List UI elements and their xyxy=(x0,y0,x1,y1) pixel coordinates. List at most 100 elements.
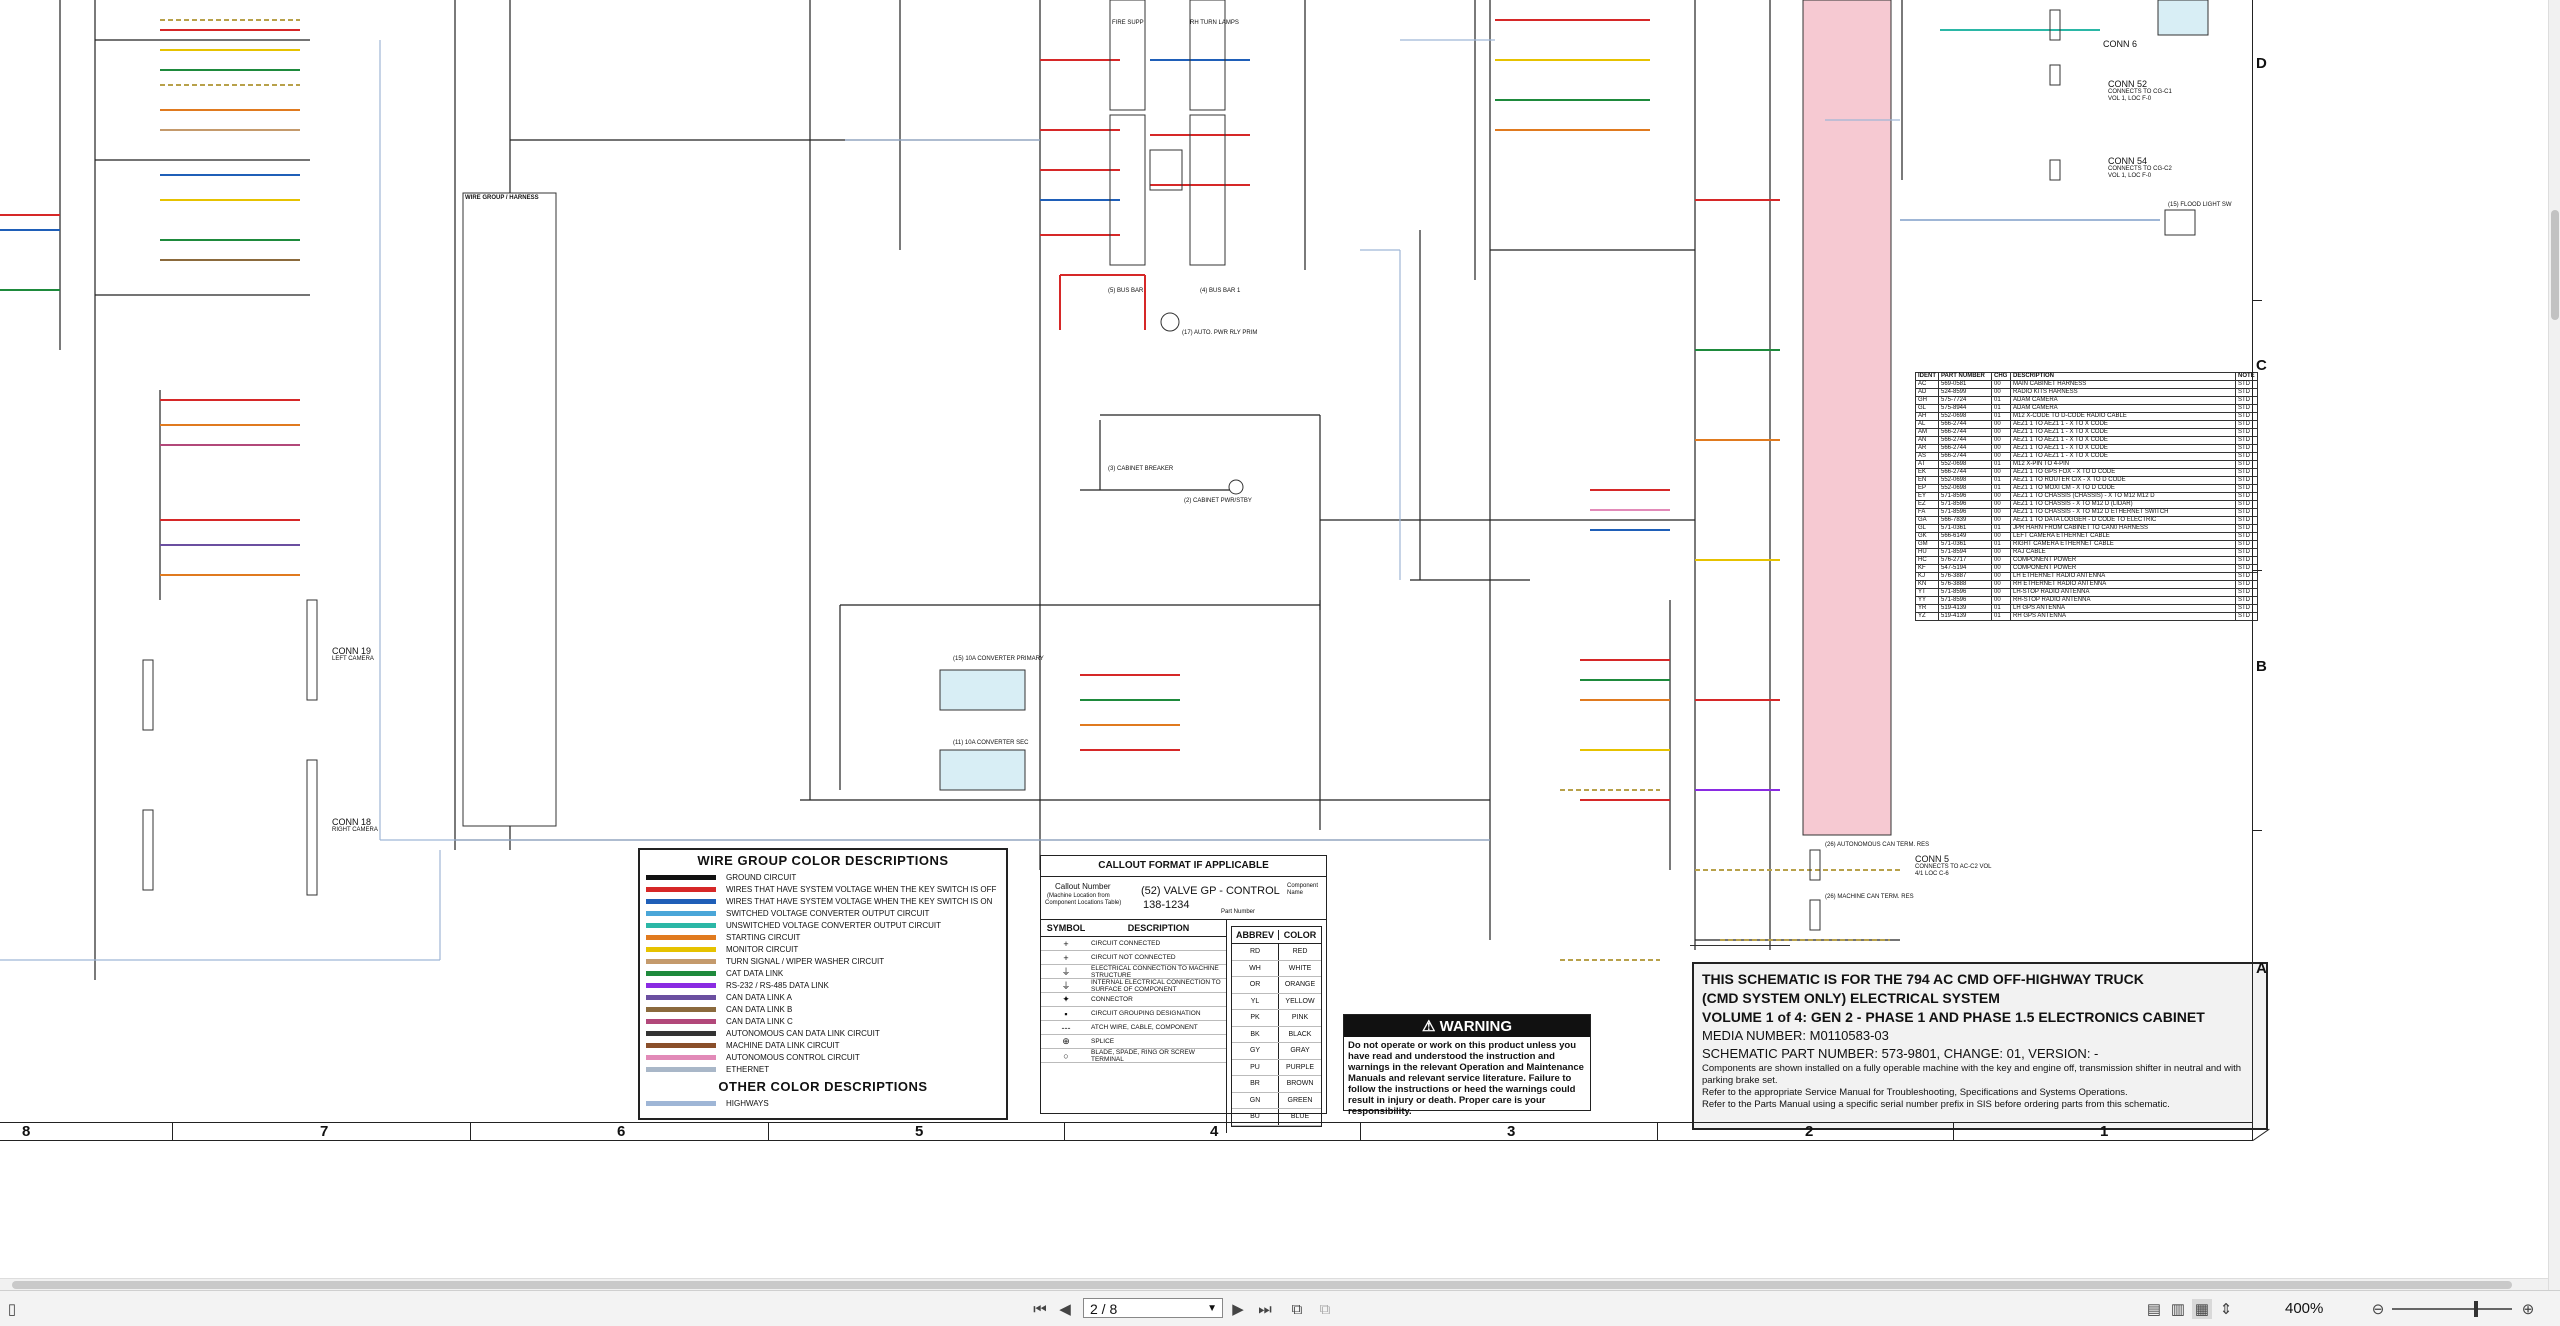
table-cell: COMPONENT POWER xyxy=(2010,564,2236,573)
zone-bottom-label: 2 xyxy=(1805,1123,1814,1140)
harness-header-cell: NOTE xyxy=(2235,372,2258,381)
title-line3: VOLUME 1 of 4: GEN 2 - PHASE 1 AND PHASE… xyxy=(1702,1009,2205,1025)
title-note1: Components are shown installed on a full… xyxy=(1702,1063,2241,1086)
table-cell: YT xyxy=(1915,588,1939,597)
table-cell: 00 xyxy=(1991,452,2011,461)
table-row: EP 552-0698 01 AEZ1 1 TO MOXI CM - X TO D C… xyxy=(1915,484,2258,493)
next-page-button[interactable]: ▶ xyxy=(1228,1299,1248,1319)
table-cell: KF xyxy=(1915,564,1939,573)
table-cell: 00 xyxy=(1991,516,2011,525)
two-page-view-icon[interactable]: ▦ xyxy=(2192,1299,2212,1319)
table-cell: KN xyxy=(1915,580,1939,589)
table-cell: 575-7724 xyxy=(1938,396,1992,405)
abbrev-row: OR ORANGE xyxy=(1232,977,1321,994)
symbol-row: --- ATCH WIRE, CABLE, COMPONENT xyxy=(1041,1021,1226,1035)
table-cell: STD xyxy=(2235,588,2258,597)
symbol-desc: CONNECTOR xyxy=(1091,996,1133,1003)
abbrev-color: RED xyxy=(1292,948,1308,956)
abbrev-code: PU xyxy=(1232,1059,1279,1075)
table-cell: STD xyxy=(2235,580,2258,589)
table-row: AN 566-2744 00 AEZ1 1 TO AEZ1 1 - X TO X CO… xyxy=(1915,436,2258,445)
table-cell: GL xyxy=(1915,524,1939,533)
wire-group-row: UNSWITCHED VOLTAGE CONVERTER OUTPUT CIRC… xyxy=(640,919,1006,931)
zoom-in-icon[interactable]: ⊕ xyxy=(2518,1299,2538,1319)
callout-component-name: Component Name xyxy=(1287,883,1319,896)
continuous-view-icon[interactable]: ▥ xyxy=(2168,1299,2188,1319)
harness-header-cell: CHG xyxy=(1991,372,2011,381)
table-cell: 00 xyxy=(1991,500,2011,509)
abbrev-row: PK PINK xyxy=(1232,1010,1321,1027)
color-swatch xyxy=(646,946,716,952)
vertical-scrollbar[interactable] xyxy=(2548,0,2560,1290)
table-row: KN 576-3888 00 RH ETHERNET RADIO ANTENNA STD xyxy=(1915,580,2258,589)
color-swatch xyxy=(646,922,716,928)
sidebar-toggle-icon[interactable]: ▯ xyxy=(2,1299,22,1319)
table-cell: 00 xyxy=(1991,420,2011,429)
abbrev-code: WH xyxy=(1232,960,1279,976)
color-swatch xyxy=(646,1042,716,1048)
table-row: YT 571-8596 00 LH-STOP RADIO ANTENNA STD xyxy=(1915,588,2258,597)
table-cell: STD xyxy=(2235,460,2258,469)
wire-group-row: RS-232 / RS-485 DATA LINK xyxy=(640,979,1006,991)
table-cell: 00 xyxy=(1991,468,2011,477)
abbrev-code: YL xyxy=(1232,993,1279,1009)
zoom-out-icon[interactable]: ⊖ xyxy=(2368,1299,2388,1319)
conn-54-desc: CONNECTS TO CG-C2 VOL 1, LOC F-0 xyxy=(2108,166,2172,179)
table-cell: 524-8599 xyxy=(1938,388,1992,397)
abbrev-rows: RD RED WH WHITE OR ORANGE YL YELLOW PK PINK BK BLAC… xyxy=(1232,944,1321,1126)
abbrev-color: ORANGE xyxy=(1284,981,1316,989)
horizontal-scrollbar[interactable] xyxy=(0,1278,2548,1290)
wire-group-row: AUTONOMOUS CAN DATA LINK CIRCUIT xyxy=(640,1027,1006,1039)
table-cell: GL xyxy=(1915,404,1939,413)
zone-bottom-label: 5 xyxy=(915,1123,924,1140)
zone-right-a: A xyxy=(2256,960,2267,977)
page-number-field[interactable]: 2 / 8 ▼ xyxy=(1083,1298,1223,1318)
table-cell: 00 xyxy=(1991,388,2011,397)
abbrev-row: BR BROWN xyxy=(1232,1076,1321,1093)
last-page-button[interactable]: ⏭ xyxy=(1255,1299,1275,1319)
other-color-title: OTHER COLOR DESCRIPTIONS xyxy=(718,1079,928,1094)
wire-group-label: CAN DATA LINK A xyxy=(726,992,792,1002)
table-cell: KJ xyxy=(1915,572,1939,581)
wire-group-row: GROUND CIRCUIT xyxy=(640,871,1006,883)
wire-group-legend-title: WIRE GROUP COLOR DESCRIPTIONS xyxy=(697,853,949,868)
single-page-view-icon[interactable]: ▤ xyxy=(2144,1299,2164,1319)
horizontal-scroll-thumb[interactable] xyxy=(12,1281,2512,1289)
table-cell: GM xyxy=(1915,540,1939,549)
paste-page-icon[interactable]: ⧉ xyxy=(1315,1299,1335,1319)
first-page-button[interactable]: ⏮ xyxy=(1030,1299,1050,1319)
harness-header-cell: PART NUMBER xyxy=(1938,372,1992,381)
component-converter-primary: (15) 10A CONVERTER PRIMARY xyxy=(953,656,1044,662)
vertical-scroll-thumb[interactable] xyxy=(2551,210,2559,320)
zoom-slider-handle[interactable] xyxy=(2474,1301,2478,1317)
table-row: GH 575-7724 01 ADAM CAMERA STD xyxy=(1915,396,2258,405)
fit-page-icon[interactable]: ⇕ xyxy=(2216,1299,2236,1319)
table-cell: RADIO KITS HARNESS xyxy=(2010,388,2236,397)
wire-group-legend: WIRE GROUP COLOR DESCRIPTIONS GROUND CIR… xyxy=(638,848,1008,1120)
abbrev-color: GRAY xyxy=(1290,1047,1310,1055)
table-cell: 571-8596 xyxy=(1938,596,1992,605)
table-cell: RH GPS ANTENNA xyxy=(2010,612,2236,621)
previous-page-button[interactable]: ◀ xyxy=(1055,1299,1075,1319)
wire-group-row: ETHERNET xyxy=(640,1063,1006,1075)
table-row: AH 552-0698 01 M12 X-CODE TO D-CODE RADIO C… xyxy=(1915,412,2258,421)
table-row: FA 571-8596 00 AEZ1 1 TO CHASSIS - X TO M12… xyxy=(1915,508,2258,517)
table-cell: STD xyxy=(2235,572,2258,581)
abbrev-head: ABBREV xyxy=(1232,930,1279,940)
table-cell: 566-2744 xyxy=(1938,428,1992,437)
table-cell: EZ xyxy=(1915,500,1939,509)
zone-bottom-label: 3 xyxy=(1507,1123,1516,1140)
symbol-desc: CIRCUIT NOT CONNECTED xyxy=(1091,954,1176,961)
zoom-slider[interactable] xyxy=(2392,1301,2512,1317)
symbol-desc: ATCH WIRE, CABLE, COMPONENT xyxy=(1091,1024,1198,1031)
component-autonomous-can-term: (26) AUTONOMOUS CAN TERM. RES xyxy=(1825,842,1930,848)
symbol-desc: ELECTRICAL CONNECTION TO MACHINE STRUCTU… xyxy=(1091,964,1219,979)
copy-page-icon[interactable]: ⧉ xyxy=(1287,1299,1307,1319)
abbrev-row: GY GRAY xyxy=(1232,1043,1321,1060)
table-row: YZ 519-4139 01 RH GPS ANTENNA STD xyxy=(1915,612,2258,621)
table-row: KJ 576-3887 00 LH ETHERNET RADIO ANTENNA STD xyxy=(1915,572,2258,581)
table-cell: 01 xyxy=(1991,404,2011,413)
callout-example: Callout Number (Machine Location from Co… xyxy=(1041,876,1326,920)
desc-head: DESCRIPTION xyxy=(1127,923,1190,933)
component-flood-light-sw: (15) FLOOD LIGHT SW xyxy=(2168,202,2232,208)
